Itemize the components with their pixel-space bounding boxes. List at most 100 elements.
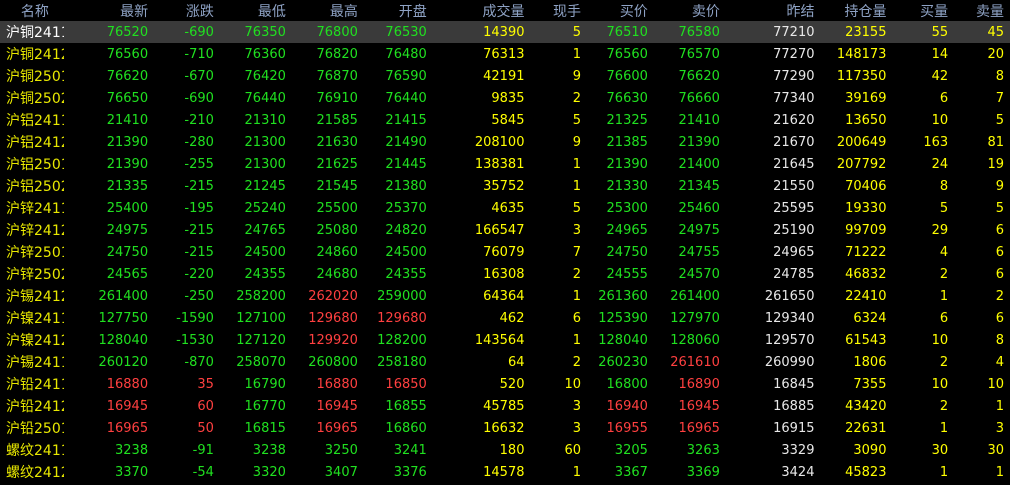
cell-bid: 16940 bbox=[606, 398, 648, 414]
cell-bid: 16955 bbox=[606, 420, 648, 436]
cell-volume: 45785 bbox=[483, 398, 525, 414]
table-row[interactable]: 沪铅2412 16945 60 16770 16945 16855 45785 3 16940 1… bbox=[0, 395, 1010, 417]
cell-high: 25500 bbox=[316, 200, 358, 216]
table-row[interactable]: 沪铝2501 21390 -255 21300 21625 21445 138381 1 213… bbox=[0, 153, 1010, 175]
cell-change: -215 bbox=[184, 244, 214, 260]
table-row[interactable]: 沪镍2411 127750 -1590 127100 129680 129680 462 6 1… bbox=[0, 307, 1010, 329]
cell-ask: 3369 bbox=[686, 464, 720, 480]
cell-ask-volume: 6 bbox=[995, 244, 1004, 260]
cell-ask-volume: 19 bbox=[987, 156, 1004, 172]
cell-change: -220 bbox=[184, 266, 214, 282]
cell-prev-settle: 24785 bbox=[773, 266, 815, 282]
header-open[interactable]: 开盘 bbox=[358, 0, 427, 21]
header-bid[interactable]: 买价 bbox=[581, 0, 648, 21]
cell-last: 76560 bbox=[106, 46, 149, 62]
table-row[interactable]: 沪铝2502 21335 -215 21245 21545 21380 35752 1 2133… bbox=[0, 175, 1010, 197]
cell-volume: 64 bbox=[507, 354, 525, 370]
cell-high: 25080 bbox=[316, 222, 358, 238]
cell-ask-volume: 20 bbox=[987, 46, 1004, 62]
header-name[interactable]: 名称 bbox=[0, 0, 64, 21]
table-row[interactable]: 沪镍2412 128040 -1530 127120 129920 128200 14356… bbox=[0, 329, 1010, 351]
cell-change: -690 bbox=[148, 21, 214, 43]
cell-open: 76440 bbox=[385, 90, 427, 106]
cell-bid: 21330 bbox=[606, 178, 648, 194]
header-bid-volume[interactable]: 买量 bbox=[886, 0, 948, 21]
cell-change: -255 bbox=[184, 156, 214, 172]
header-high[interactable]: 最高 bbox=[286, 0, 358, 21]
table-row[interactable]: 沪铅2501 16965 50 16815 16965 16860 16632 3 16955 1… bbox=[0, 417, 1010, 439]
cell-current-lots: 10 bbox=[564, 376, 582, 392]
table-row[interactable]: 沪铝2411 21410 -210 21310 21585 21415 5845 5 21325… bbox=[0, 109, 1010, 131]
cell-bid: 21325 bbox=[606, 112, 648, 128]
header-open-interest[interactable]: 持仓量 bbox=[814, 0, 886, 21]
cell-ask-volume: 1 bbox=[995, 398, 1004, 414]
cell-bid-volume: 6 bbox=[939, 310, 949, 326]
cell-last: 16965 bbox=[106, 420, 149, 436]
cell-name: 沪锡2411 bbox=[6, 355, 64, 371]
header-prev-settle[interactable]: 昨结 bbox=[720, 0, 814, 21]
table-row[interactable]: 沪铜2411 76520 -690 76350 76800 76530 14390 5 7651… bbox=[0, 21, 1010, 43]
cell-current-lots: 1 bbox=[572, 156, 582, 172]
cell-change: -250 bbox=[184, 288, 214, 304]
cell-ask-volume: 4 bbox=[995, 354, 1004, 370]
table-row[interactable]: 沪锌2502 24565 -220 24355 24680 24355 16308 2 2455… bbox=[0, 263, 1010, 285]
cell-prev-settle: 77290 bbox=[773, 68, 815, 84]
cell-current-lots: 2 bbox=[572, 90, 582, 106]
table-row[interactable]: 沪锌2412 24975 -215 24765 25080 24820 166547 3 249… bbox=[0, 219, 1010, 241]
cell-volume: 208100 bbox=[474, 134, 525, 150]
header-last[interactable]: 最新 bbox=[64, 0, 148, 21]
cell-high: 262020 bbox=[308, 288, 358, 304]
cell-ask: 128060 bbox=[670, 332, 720, 348]
cell-ask: 76580 bbox=[647, 21, 720, 43]
cell-ask-volume: 2 bbox=[995, 288, 1004, 304]
cell-ask-volume: 9 bbox=[995, 178, 1004, 194]
table-row[interactable]: 沪铜2412 76560 -710 76360 76820 76480 76313 1 7656… bbox=[0, 43, 1010, 65]
cell-open: 129680 bbox=[377, 310, 427, 326]
cell-open: 21415 bbox=[385, 112, 427, 128]
cell-name: 沪铝2411 bbox=[6, 113, 64, 129]
table-row[interactable]: 沪铅2411 16880 35 16790 16880 16850 520 10 16800 16… bbox=[0, 373, 1010, 395]
cell-high: 76910 bbox=[316, 90, 358, 106]
cell-change: 35 bbox=[197, 376, 214, 392]
cell-bid-volume: 14 bbox=[931, 46, 949, 62]
cell-name: 沪铝2412 bbox=[6, 135, 64, 151]
cell-last: 21390 bbox=[106, 156, 149, 172]
cell-high: 16880 bbox=[316, 376, 358, 392]
cell-open: 16855 bbox=[385, 398, 427, 414]
header-volume[interactable]: 成交量 bbox=[427, 0, 524, 21]
cell-prev-settle: 129570 bbox=[764, 332, 815, 348]
cell-bid-volume: 2 bbox=[939, 354, 949, 370]
table-row[interactable]: 沪铜2501 76620 -670 76420 76870 76590 42191 9 7660… bbox=[0, 65, 1010, 87]
cell-name: 沪铜2412 bbox=[6, 47, 64, 63]
cell-ask: 24975 bbox=[678, 222, 720, 238]
cell-prev-settle: 21550 bbox=[773, 178, 815, 194]
cell-current-lots: 1 bbox=[572, 332, 582, 348]
cell-ask: 16945 bbox=[678, 398, 720, 414]
header-ask[interactable]: 卖价 bbox=[648, 0, 720, 21]
header-low[interactable]: 最低 bbox=[214, 0, 286, 21]
cell-change: -710 bbox=[184, 46, 214, 62]
table-row[interactable]: 螺纹2411 3238 -91 3238 3250 3241 180 60 3205 3263 33… bbox=[0, 439, 1010, 461]
cell-open: 76530 bbox=[357, 21, 427, 43]
cell-ask-volume: 5 bbox=[995, 200, 1004, 216]
cell-prev-settle: 3424 bbox=[781, 464, 815, 480]
table-row[interactable]: 沪锌2501 24750 -215 24500 24860 24500 76079 7 2475… bbox=[0, 241, 1010, 263]
cell-low: 25240 bbox=[244, 200, 286, 216]
cell-bid-volume: 42 bbox=[931, 68, 949, 84]
cell-high: 3407 bbox=[324, 464, 358, 480]
header-change[interactable]: 涨跌 bbox=[148, 0, 214, 21]
table-row[interactable]: 沪锡2412 261400 -250 258200 262020 259000 64364 1… bbox=[0, 285, 1010, 307]
cell-volume: 138381 bbox=[474, 156, 525, 172]
cell-bid-volume: 10 bbox=[931, 376, 949, 392]
cell-open: 24355 bbox=[385, 266, 427, 282]
table-row[interactable]: 沪锡2411 260120 -870 258070 260800 258180 64 2 260… bbox=[0, 351, 1010, 373]
table-row[interactable]: 螺纹2412 3370 -54 3320 3407 3376 14578 1 3367 3369 3… bbox=[0, 461, 1010, 483]
table-row[interactable]: 沪锌2411 25400 -195 25240 25500 25370 4635 5 25300… bbox=[0, 197, 1010, 219]
cell-ask: 25460 bbox=[678, 200, 720, 216]
header-current-lots[interactable]: 现手 bbox=[524, 0, 581, 21]
cell-ask-volume: 3 bbox=[995, 420, 1004, 436]
table-row[interactable]: 沪铜2502 76650 -690 76440 76910 76440 9835 2 76630… bbox=[0, 87, 1010, 109]
table-row[interactable]: 沪铝2412 21390 -280 21300 21630 21490 208100 9 213… bbox=[0, 131, 1010, 153]
cell-ask: 21400 bbox=[678, 156, 720, 172]
header-ask-volume[interactable]: 卖量 bbox=[948, 0, 1010, 21]
